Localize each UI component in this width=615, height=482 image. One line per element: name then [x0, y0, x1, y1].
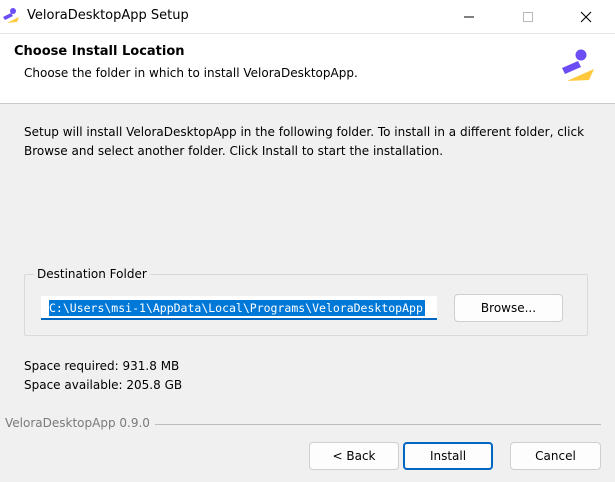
destination-path-input[interactable]: C:\Users\msi-1\AppData\Local\Programs\Ve…	[41, 296, 437, 320]
space-required-text: Space required: 931.8 MB	[24, 359, 180, 373]
close-icon	[580, 11, 592, 23]
velora-logo-icon	[3, 8, 19, 23]
page-title: Choose Install Location	[14, 44, 185, 59]
install-button[interactable]: Install	[403, 442, 493, 470]
page-subtitle: Choose the folder in which to install Ve…	[24, 66, 358, 80]
maximize-icon	[523, 12, 533, 22]
close-button[interactable]	[563, 0, 609, 34]
minimize-icon	[464, 16, 474, 18]
destination-folder-label: Destination Folder	[34, 267, 150, 281]
cancel-button[interactable]: Cancel	[510, 442, 601, 470]
page-header: Choose Install Location Choose the folde…	[0, 34, 615, 104]
instructions-text: Setup will install VeloraDesktopApp in t…	[24, 125, 585, 158]
back-button[interactable]: < Back	[309, 442, 399, 470]
space-available-text: Space available: 205.8 GB	[24, 378, 183, 392]
title-bar[interactable]: VeloraDesktopApp Setup	[0, 0, 615, 34]
installer-branding: VeloraDesktopApp 0.9.0	[5, 416, 155, 430]
footer-divider	[150, 424, 601, 425]
browse-button[interactable]: Browse...	[454, 294, 563, 322]
minimize-button[interactable]	[446, 0, 492, 34]
destination-path-value: C:\Users\msi-1\AppData\Local\Programs\Ve…	[49, 300, 425, 316]
window-title: VeloraDesktopApp Setup	[27, 8, 189, 23]
maximize-button[interactable]	[505, 0, 551, 34]
velora-logo-icon	[562, 49, 594, 81]
